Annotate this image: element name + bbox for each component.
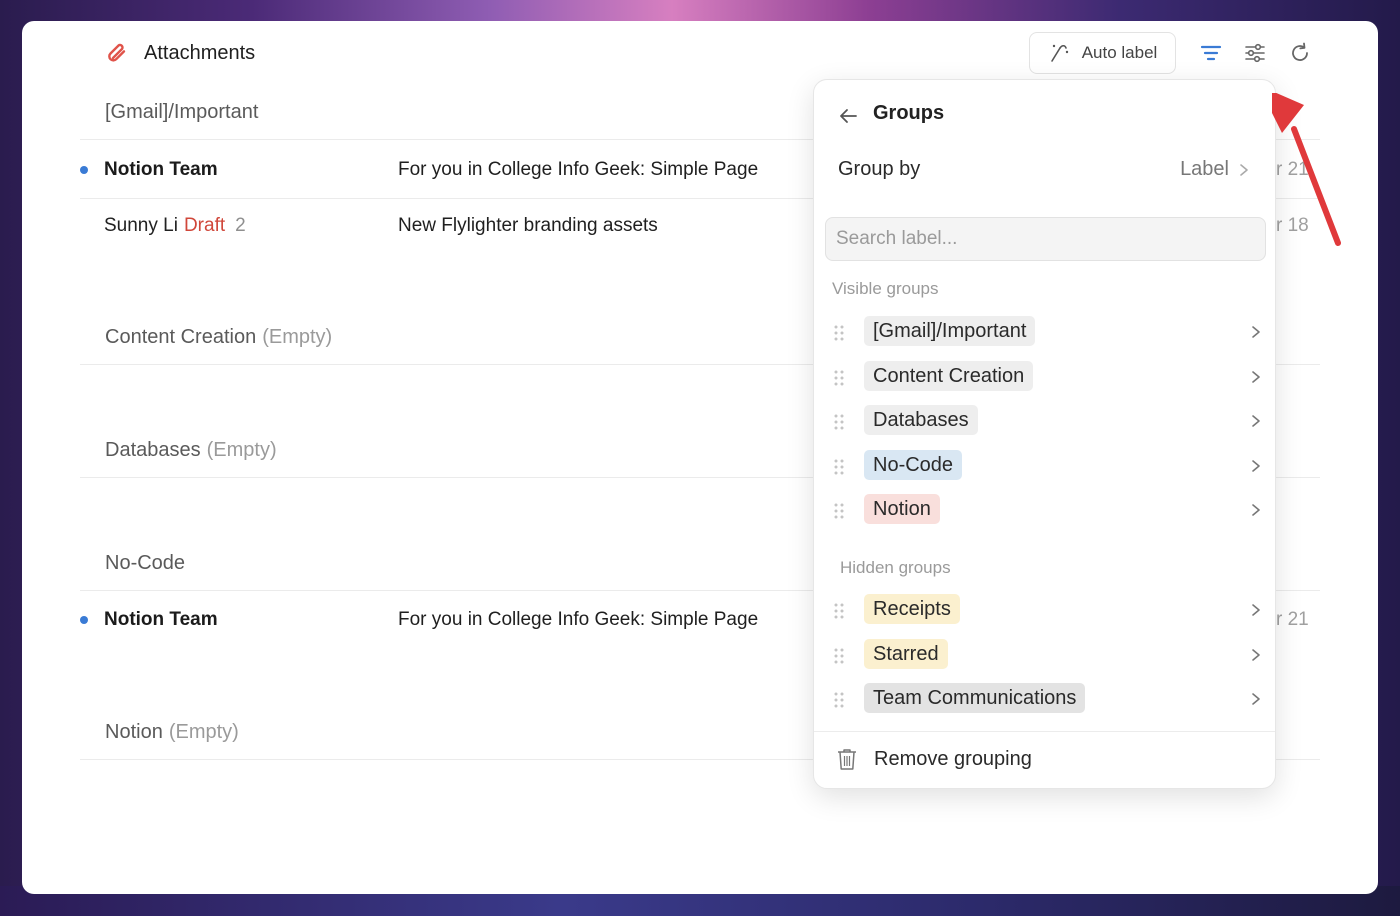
- drag-handle-icon[interactable]: [832, 602, 846, 620]
- subject: For you in College Info Geek: Simple Pag…: [398, 609, 759, 630]
- group-item[interactable]: Receipts: [832, 594, 1262, 628]
- chevron-right-icon: [1252, 604, 1260, 616]
- empty-indicator: (Empty): [168, 721, 239, 743]
- group-item[interactable]: Team Communications: [832, 683, 1262, 717]
- group-item[interactable]: Starred: [832, 638, 1262, 673]
- callout-arrow-icon: [1272, 93, 1341, 246]
- unread-dot: [80, 166, 88, 174]
- drag-handle-icon[interactable]: [832, 458, 846, 476]
- empty-indicator: (Empty): [262, 326, 333, 348]
- group-tag: Content Creation: [864, 360, 1034, 391]
- chevron-right-icon: [1252, 370, 1260, 383]
- back-arrow-icon[interactable]: [836, 104, 860, 128]
- trash-icon: [838, 749, 856, 770]
- thread-count: 2: [235, 215, 246, 236]
- group-header-content-creation[interactable]: Content Creation (Empty): [105, 326, 332, 349]
- hidden-groups-label: Hidden groups: [840, 558, 951, 577]
- group-name: Databases: [105, 439, 201, 461]
- chevron-right-icon: [1252, 504, 1260, 516]
- groups-panel: Groups Group by Label Visible groups [Gm…: [813, 79, 1276, 789]
- drag-handle-icon[interactable]: [832, 691, 846, 709]
- chevron-right-icon: [1252, 459, 1260, 472]
- drag-handle-icon[interactable]: [832, 369, 846, 387]
- chevron-right-icon: [1252, 693, 1260, 705]
- group-tag: Notion: [864, 494, 940, 524]
- auto-label-button[interactable]: Auto label: [1029, 32, 1176, 74]
- auto-label-icon: [1050, 44, 1068, 62]
- group-tag: [Gmail]/Important: [864, 316, 1036, 346]
- date: r 21: [1276, 609, 1309, 630]
- drag-handle-icon[interactable]: [832, 413, 846, 431]
- chevron-right-icon: [1240, 164, 1248, 176]
- group-name: [Gmail]/Important: [105, 101, 259, 123]
- group-tag: Team Communications: [864, 683, 1086, 713]
- search-label-input[interactable]: [825, 217, 1266, 261]
- drag-handle-icon[interactable]: [832, 324, 846, 342]
- panel-title: Groups: [873, 102, 945, 124]
- group-by-value: Label: [1180, 158, 1229, 180]
- group-name: Content Creation: [105, 326, 257, 348]
- group-by-label: Group by: [838, 158, 921, 180]
- divider: [814, 731, 1275, 732]
- visible-groups-label: Visible groups: [832, 279, 939, 298]
- group-name: Notion: [105, 721, 163, 743]
- app-window: Attachments Auto label [Gmail]/Important: [22, 21, 1378, 894]
- remove-grouping-button[interactable]: Remove grouping: [836, 744, 1032, 774]
- group-item[interactable]: Databases: [832, 405, 1262, 439]
- group-item[interactable]: [Gmail]/Important: [832, 316, 1262, 350]
- drag-handle-icon[interactable]: [832, 647, 846, 665]
- subject: For you in College Info Geek: Simple Pag…: [398, 159, 759, 180]
- group-item[interactable]: Content Creation: [832, 360, 1262, 395]
- settings-sliders-icon[interactable]: [1243, 41, 1267, 65]
- group-tag: No-Code: [864, 449, 963, 480]
- remove-grouping-label: Remove grouping: [874, 747, 1032, 770]
- group-item[interactable]: Notion: [832, 494, 1262, 528]
- group-header-databases[interactable]: Databases (Empty): [105, 439, 277, 462]
- draft-badge: Draft: [183, 215, 226, 236]
- unread-dot: [80, 616, 88, 624]
- refresh-icon[interactable]: [1288, 41, 1312, 65]
- group-tag: Receipts: [864, 594, 960, 624]
- group-tag: Databases: [864, 405, 978, 435]
- group-header-gmail-important[interactable]: [Gmail]/Important: [105, 101, 258, 124]
- group-item[interactable]: No-Code: [832, 449, 1262, 484]
- sender: Sunny Li: [104, 215, 178, 236]
- chevron-right-icon: [1252, 326, 1260, 338]
- view-header: Attachments: [106, 39, 255, 67]
- drag-handle-icon[interactable]: [832, 502, 846, 520]
- group-name: No-Code: [105, 552, 186, 574]
- filter-lines-icon[interactable]: [1199, 41, 1223, 65]
- subject: New Flylighter branding assets: [398, 215, 658, 236]
- group-tag: Starred: [864, 638, 948, 669]
- sender: Notion Team: [104, 609, 218, 630]
- chevron-right-icon: [1252, 648, 1260, 661]
- auto-label-text: Auto label: [1081, 43, 1158, 62]
- empty-indicator: (Empty): [206, 439, 277, 461]
- paperclip-icon: [108, 43, 126, 62]
- sender: Notion Team: [104, 159, 218, 180]
- group-header-no-code[interactable]: No-Code: [105, 552, 185, 575]
- page-title: Attachments: [144, 41, 256, 64]
- group-header-notion[interactable]: Notion (Empty): [105, 721, 239, 744]
- sender-cell: Sunny Li Draft 2: [104, 215, 246, 237]
- chevron-right-icon: [1252, 415, 1260, 427]
